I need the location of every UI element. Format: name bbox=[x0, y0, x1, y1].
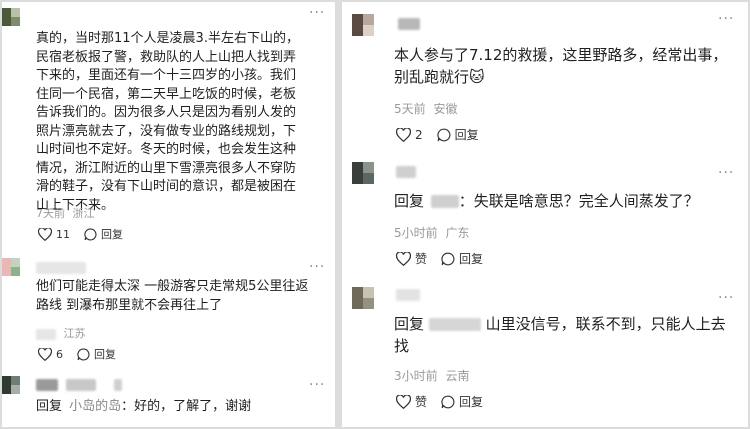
heart-icon bbox=[396, 394, 411, 409]
comment-bubble-icon bbox=[77, 348, 90, 360]
username-blurred bbox=[398, 18, 420, 30]
comment-location: 云南 bbox=[445, 369, 470, 383]
comment-location: 江苏 bbox=[63, 327, 86, 340]
heart-icon bbox=[396, 127, 411, 142]
like-label: 赞 bbox=[415, 252, 428, 266]
comment-actions: 赞 回复 bbox=[396, 250, 497, 267]
reply-text: 回复 山里没信号，联系不到，只能人上去找 bbox=[394, 313, 740, 357]
more-options-icon[interactable]: ··· bbox=[718, 12, 734, 26]
avatar[interactable] bbox=[2, 258, 20, 276]
more-options-icon[interactable]: ··· bbox=[718, 291, 734, 305]
comment-bubble-icon bbox=[441, 252, 455, 265]
comment-text: 真的，当时那11个人是凌晨3.半左右下山的，民宿老板报了警，救助队的人上山把人找… bbox=[36, 31, 299, 213]
username-blurred bbox=[36, 379, 58, 391]
reply-prefix: 回复 bbox=[36, 399, 63, 414]
comment-item: ··· 回复 ：失联是啥意思？完全人间蒸发了？ 5小时前 广东 赞 回复 bbox=[342, 152, 748, 277]
reply-button[interactable]: 回复 bbox=[437, 126, 479, 143]
comment-text-content: 本人参与了7.12的救援，这里野路多，经常出事，别乱跑就行 bbox=[394, 46, 728, 86]
username-blurred bbox=[66, 379, 96, 391]
avatar[interactable] bbox=[352, 162, 374, 184]
comment-text: ：失联是啥意思？完全人间蒸发了？ bbox=[458, 192, 699, 210]
comment-meta: 江苏 bbox=[36, 325, 86, 341]
reply-prefix: 回复 bbox=[394, 192, 425, 210]
time-blurred bbox=[36, 328, 56, 340]
reply-target-blurred[interactable] bbox=[430, 195, 459, 208]
comment-meta: 7天前 浙江 bbox=[36, 205, 95, 221]
reply-button[interactable]: 回复 bbox=[441, 393, 483, 410]
username-blurred bbox=[36, 262, 86, 274]
comment-bubble-icon bbox=[441, 395, 455, 408]
reply-button[interactable]: 回复 bbox=[77, 346, 116, 362]
comment-location: 安徽 bbox=[433, 102, 458, 116]
like-button[interactable]: 赞 bbox=[396, 393, 427, 410]
avatar[interactable] bbox=[352, 14, 374, 36]
comment-time: 5小时前 bbox=[394, 226, 438, 240]
comment-location: 浙江 bbox=[72, 207, 95, 220]
comment-time: 3小时前 bbox=[394, 369, 438, 383]
comment-text: 他们可能走得太深 一般游客只走常规5公里往返路线 到瀑布那里就不会再往上了 bbox=[36, 279, 309, 313]
username-blurred bbox=[396, 166, 416, 178]
comment-time: 5天前 bbox=[394, 102, 426, 116]
reply-button[interactable]: 回复 bbox=[441, 250, 483, 267]
like-count: 11 bbox=[56, 227, 70, 241]
reply-prefix: 回复 bbox=[394, 315, 425, 333]
reply-target-username[interactable]: 小岛的岛 bbox=[69, 399, 121, 414]
comment-bubble-icon bbox=[84, 228, 97, 240]
cat-emoji: 🐱 bbox=[469, 68, 485, 86]
reply-text: 回复 ：失联是啥意思？完全人间蒸发了？ bbox=[394, 190, 740, 212]
like-button[interactable]: 11 bbox=[38, 227, 70, 241]
reply-button[interactable]: 回复 bbox=[84, 226, 123, 242]
comment-meta: 5小时前 广东 bbox=[394, 224, 469, 241]
more-options-icon[interactable]: ··· bbox=[309, 260, 325, 274]
comment-actions: 赞 回复 bbox=[396, 393, 497, 410]
like-label: 赞 bbox=[415, 395, 428, 409]
comment-actions: 11 回复 bbox=[38, 226, 137, 242]
username-blurred bbox=[396, 289, 420, 301]
comment-item: ··· 真的，当时那11个人是凌晨3.半左右下山的，民宿老板报了警，救助队的人上… bbox=[2, 2, 335, 252]
comment-meta: 5天前 安徽 bbox=[394, 100, 457, 117]
reply-label: 回复 bbox=[94, 348, 116, 361]
comment-meta: 3小时前 云南 bbox=[394, 367, 469, 384]
avatar[interactable] bbox=[352, 287, 374, 309]
like-count: 6 bbox=[56, 347, 63, 361]
comment-actions: 6 回复 bbox=[38, 346, 130, 362]
comment-item: ··· 本人参与了7.12的救援，这里野路多，经常出事，别乱跑就行🐱 5天前 安… bbox=[342, 2, 748, 152]
heart-icon bbox=[38, 347, 52, 361]
avatar[interactable] bbox=[2, 376, 20, 394]
reply-label: 回复 bbox=[454, 128, 479, 142]
more-options-icon[interactable]: ··· bbox=[718, 166, 734, 180]
reply-target-blurred[interactable] bbox=[428, 318, 481, 331]
reply-label: 回复 bbox=[101, 228, 123, 241]
comment-item: ··· 回复 山里没信号，联系不到，只能人上去找 3小时前 云南 赞 回复 bbox=[342, 277, 748, 427]
heart-icon bbox=[38, 227, 52, 241]
like-button[interactable]: 2 bbox=[396, 127, 423, 142]
comment-actions: 2 回复 bbox=[396, 126, 493, 143]
avatar[interactable] bbox=[2, 8, 20, 26]
reply-text: 回复 小岛的岛：好的，了解了，谢谢 bbox=[36, 398, 316, 417]
more-options-icon[interactable]: ··· bbox=[309, 378, 325, 392]
like-button[interactable]: 6 bbox=[38, 347, 63, 361]
comment-text: ：好的，了解了，谢谢 bbox=[121, 399, 252, 414]
left-comment-panel: ··· 真的，当时那11个人是凌晨3.半左右下山的，民宿老板报了警，救助队的人上… bbox=[2, 2, 335, 427]
right-comment-panel: ··· 本人参与了7.12的救援，这里野路多，经常出事，别乱跑就行🐱 5天前 安… bbox=[342, 2, 748, 427]
comment-text: 本人参与了7.12的救援，这里野路多，经常出事，别乱跑就行🐱 bbox=[394, 44, 734, 88]
like-button[interactable]: 赞 bbox=[396, 250, 427, 267]
like-count: 2 bbox=[415, 127, 423, 142]
reply-label: 回复 bbox=[459, 395, 484, 409]
comment-bubble-icon bbox=[437, 128, 451, 141]
heart-icon bbox=[396, 251, 411, 266]
more-options-icon[interactable]: ··· bbox=[309, 6, 325, 20]
comment-location: 广东 bbox=[445, 226, 470, 240]
reply-label: 回复 bbox=[459, 252, 484, 266]
username-blurred bbox=[114, 379, 122, 391]
comment-time: 7天前 bbox=[36, 207, 65, 220]
comment-item: ··· 回复 小岛的岛：好的，了解了，谢谢 bbox=[2, 372, 335, 427]
comment-item: ··· 他们可能走得太深 一般游客只走常规5公里往返路线 到瀑布那里就不会再往上… bbox=[2, 252, 335, 372]
